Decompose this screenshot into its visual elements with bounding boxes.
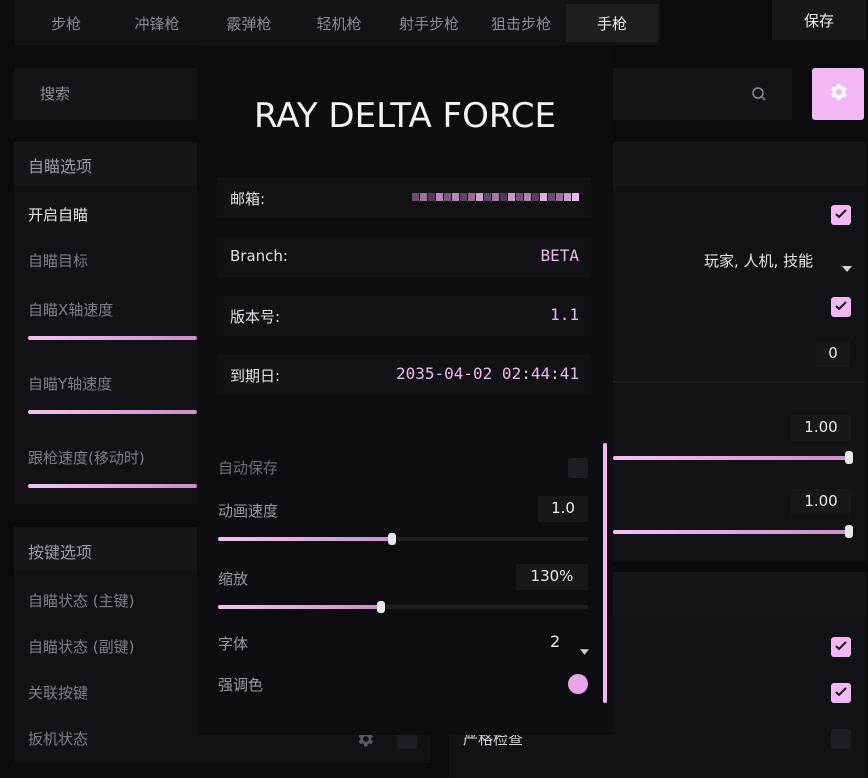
overlay-scrollbar[interactable] xyxy=(603,443,607,703)
strict-check-checkbox[interactable] xyxy=(831,729,851,749)
check-icon xyxy=(834,638,848,657)
save-button[interactable]: 保存 xyxy=(772,0,866,40)
gear-icon xyxy=(827,81,849,107)
zoom-slider-fill xyxy=(218,605,381,609)
aim-y-speed-label: 自瞄Y轴速度 xyxy=(28,375,113,393)
y-speed-slider-knob[interactable] xyxy=(845,525,853,538)
branch-row: Branch: BETA xyxy=(217,237,591,277)
anim-speed-label: 动画速度 xyxy=(218,502,279,520)
aim-y-speed-slider[interactable] xyxy=(28,410,197,414)
email-redacted-value xyxy=(412,193,579,201)
font-label: 字体 xyxy=(218,635,249,653)
expiry-label: 到期日: xyxy=(230,367,281,385)
check-icon xyxy=(834,298,848,317)
autosave-checkbox[interactable] xyxy=(568,458,588,478)
key-section-title: 按键选项 xyxy=(28,543,93,562)
overlay-title: RAY DELTA FORCE xyxy=(253,96,557,136)
enable-aim-label: 开启自瞄 xyxy=(28,206,89,224)
email-label: 邮箱: xyxy=(230,190,266,208)
tab-rifle[interactable]: 步枪 xyxy=(14,4,118,42)
tab-smg[interactable]: 冲锋枪 xyxy=(118,4,196,42)
check-icon xyxy=(834,684,848,703)
search-icon[interactable] xyxy=(751,86,767,106)
y-speed-slider[interactable] xyxy=(613,530,847,534)
aim-state-primary-label: 自瞄状态 (主键) xyxy=(28,592,135,610)
zoom-value[interactable]: 130% xyxy=(516,564,588,590)
accent-color-swatch[interactable] xyxy=(568,674,588,694)
settings-button[interactable] xyxy=(812,68,864,120)
anim-speed-slider-knob[interactable] xyxy=(387,533,396,545)
aim-option-checkbox[interactable] xyxy=(831,297,851,317)
aim-x-speed-label: 自瞄X轴速度 xyxy=(28,301,114,319)
aim-target-select[interactable]: 玩家, 人机, 技能 xyxy=(704,250,813,271)
y-speed-value-box[interactable]: 1.00 xyxy=(791,489,851,515)
x-speed-slider-knob[interactable] xyxy=(845,451,853,464)
enable-aim-checkbox[interactable] xyxy=(831,205,851,225)
linked-key-label: 关联按键 xyxy=(28,684,89,702)
aim-x-speed-slider[interactable] xyxy=(28,336,197,340)
expiry-value: 2035-04-02 02:44:41 xyxy=(395,364,579,383)
chevron-down-icon[interactable] xyxy=(580,640,589,659)
number-value-box[interactable]: 0 xyxy=(816,341,850,367)
weapon-tab-bar: 步枪 冲锋枪 霰弹枪 轻机枪 射手步枪 狙击步枪 手枪 xyxy=(14,0,660,45)
aim-state-secondary-label: 自瞄状态 (副键) xyxy=(28,638,135,656)
branch-label: Branch: xyxy=(230,247,288,265)
anim-speed-slider[interactable] xyxy=(218,533,588,545)
trigger-state-label: 扳机状态 xyxy=(28,730,89,748)
zoom-slider[interactable] xyxy=(218,601,588,613)
expiry-row: 到期日: 2035-04-02 02:44:41 xyxy=(217,355,591,395)
autosave-label: 自动保存 xyxy=(218,459,279,477)
zoom-label: 缩放 xyxy=(218,570,249,588)
option-checkbox-1[interactable] xyxy=(831,637,851,657)
tab-shotgun[interactable]: 霰弹枪 xyxy=(210,4,288,42)
search-placeholder: 搜索 xyxy=(40,85,71,103)
version-label: 版本号: xyxy=(230,308,281,326)
tab-pistol[interactable]: 手枪 xyxy=(566,4,658,42)
follow-speed-label: 跟枪速度(移动时) xyxy=(28,449,145,467)
email-row: 邮箱: xyxy=(217,178,591,218)
tab-lmg[interactable]: 轻机枪 xyxy=(300,4,378,42)
aim-section-title: 自瞄选项 xyxy=(28,157,93,176)
x-speed-value-box[interactable]: 1.00 xyxy=(791,415,851,441)
follow-speed-slider[interactable] xyxy=(28,484,197,488)
aim-target-label: 自瞄目标 xyxy=(28,252,89,270)
anim-speed-slider-fill xyxy=(218,537,392,541)
tab-sniper[interactable]: 狙击步枪 xyxy=(476,4,566,42)
version-value: 1.1 xyxy=(550,305,579,324)
font-select[interactable]: 2 xyxy=(550,632,560,651)
option-checkbox-2[interactable] xyxy=(831,683,851,703)
check-icon xyxy=(834,206,848,225)
x-speed-slider[interactable] xyxy=(613,456,847,460)
chevron-down-icon[interactable] xyxy=(842,257,852,276)
version-row: 版本号: 1.1 xyxy=(217,296,591,336)
tab-marksman[interactable]: 射手步枪 xyxy=(384,4,474,42)
branch-value: BETA xyxy=(540,246,579,265)
accent-color-label: 强调色 xyxy=(218,676,264,694)
zoom-slider-knob[interactable] xyxy=(376,601,385,613)
anim-speed-value[interactable]: 1.0 xyxy=(538,496,588,522)
